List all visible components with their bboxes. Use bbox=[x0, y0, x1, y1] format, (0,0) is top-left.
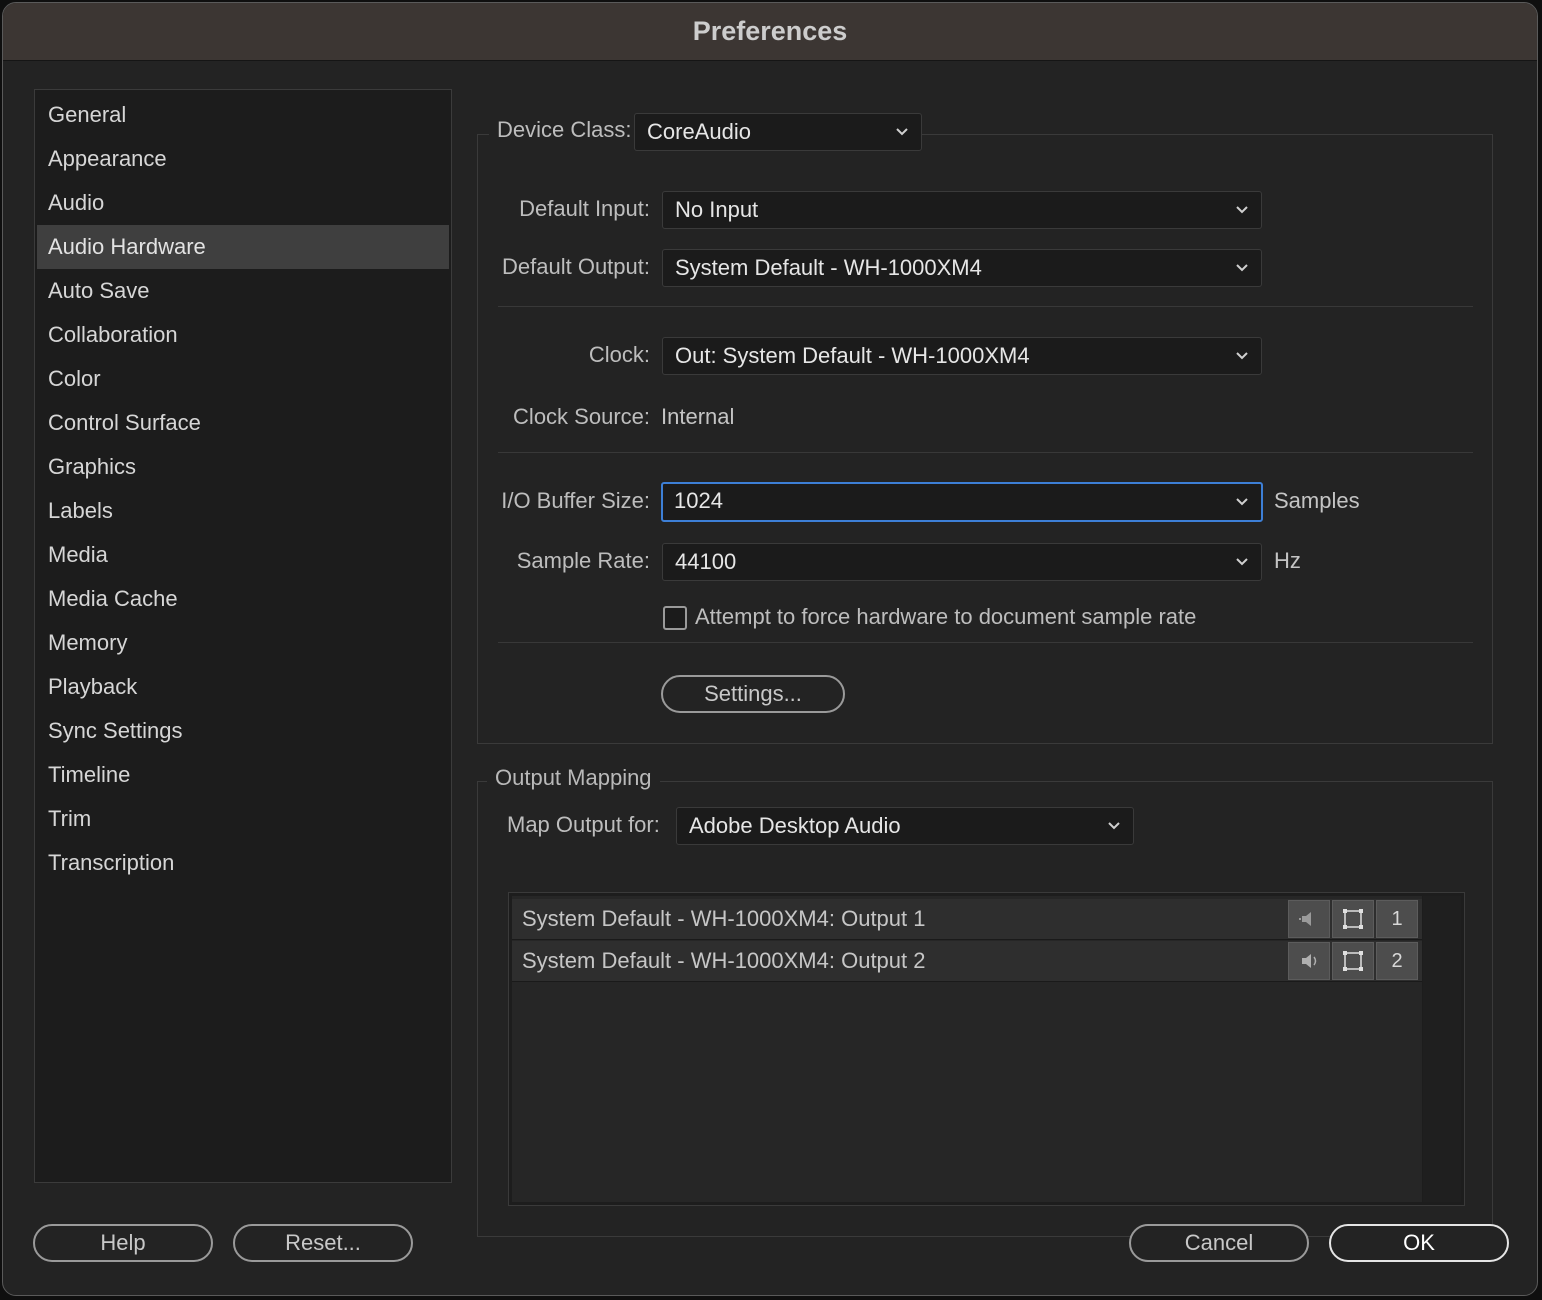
chevron-down-icon bbox=[1108, 822, 1120, 830]
channel-frame-icon[interactable] bbox=[1332, 942, 1374, 980]
divider bbox=[498, 306, 1473, 307]
dialog-title: Preferences bbox=[692, 16, 848, 46]
force-rate-label[interactable]: Attempt to force hardware to document sa… bbox=[695, 604, 1196, 630]
preferences-sidebar: General Appearance Audio Audio Hardware … bbox=[34, 89, 452, 1183]
sidebar-item-timeline[interactable]: Timeline bbox=[37, 753, 449, 797]
default-input-value: No Input bbox=[675, 197, 759, 222]
default-output-value: System Default - WH-1000XM4 bbox=[675, 255, 982, 280]
clock-source-label: Clock Source: bbox=[513, 404, 650, 429]
speaker-right-icon[interactable] bbox=[1288, 942, 1330, 980]
channel-frame-icon[interactable] bbox=[1332, 900, 1374, 938]
sidebar-item-sync-settings[interactable]: Sync Settings bbox=[37, 709, 449, 753]
ok-button[interactable]: OK bbox=[1329, 1224, 1509, 1262]
sample-rate-unit: Hz bbox=[1274, 548, 1301, 573]
chevron-down-icon bbox=[1236, 264, 1248, 272]
default-output-dropdown[interactable]: System Default - WH-1000XM4 bbox=[662, 249, 1262, 287]
output-mapping-list: System Default - WH-1000XM4: Output 1 1 … bbox=[508, 892, 1465, 1206]
divider bbox=[498, 452, 1473, 453]
settings-button[interactable]: Settings... bbox=[661, 675, 845, 713]
output-mapping-row[interactable]: System Default - WH-1000XM4: Output 2 2 bbox=[512, 941, 1422, 982]
sidebar-item-auto-save[interactable]: Auto Save bbox=[37, 269, 449, 313]
sidebar-item-playback[interactable]: Playback bbox=[37, 665, 449, 709]
map-output-label: Map Output for: bbox=[507, 812, 660, 837]
sidebar-item-collaboration[interactable]: Collaboration bbox=[37, 313, 449, 357]
sidebar-item-labels[interactable]: Labels bbox=[37, 489, 449, 533]
map-output-dropdown[interactable]: Adobe Desktop Audio bbox=[676, 807, 1134, 845]
default-input-label: Default Input: bbox=[519, 196, 650, 221]
sidebar-item-media[interactable]: Media bbox=[37, 533, 449, 577]
output-name: System Default - WH-1000XM4: Output 1 bbox=[522, 906, 926, 931]
default-input-dropdown[interactable]: No Input bbox=[662, 191, 1262, 229]
force-rate-checkbox[interactable] bbox=[663, 606, 687, 630]
chevron-down-icon bbox=[1236, 206, 1248, 214]
output-name: System Default - WH-1000XM4: Output 2 bbox=[522, 948, 926, 973]
default-output-label: Default Output: bbox=[502, 254, 650, 279]
sidebar-item-trim[interactable]: Trim bbox=[37, 797, 449, 841]
title-bar: Preferences bbox=[3, 3, 1537, 61]
sidebar-item-graphics[interactable]: Graphics bbox=[37, 445, 449, 489]
clock-value: Out: System Default - WH-1000XM4 bbox=[675, 343, 1030, 368]
sample-rate-dropdown[interactable]: 44100 bbox=[662, 543, 1262, 581]
output-mapping-legend: Output Mapping bbox=[487, 765, 660, 791]
sidebar-item-color[interactable]: Color bbox=[37, 357, 449, 401]
sidebar-item-memory[interactable]: Memory bbox=[37, 621, 449, 665]
sidebar-item-appearance[interactable]: Appearance bbox=[37, 137, 449, 181]
chevron-down-icon bbox=[1236, 558, 1248, 566]
reset-button[interactable]: Reset... bbox=[233, 1224, 413, 1262]
device-class-label: Device Class: bbox=[489, 117, 640, 143]
buffer-size-dropdown[interactable]: 1024 bbox=[661, 482, 1263, 522]
list-scrollbar[interactable] bbox=[1423, 896, 1461, 1202]
chevron-down-icon bbox=[1236, 352, 1248, 360]
chevron-down-icon bbox=[896, 128, 908, 136]
channel-number[interactable]: 1 bbox=[1376, 900, 1418, 938]
sidebar-item-transcription[interactable]: Transcription bbox=[37, 841, 449, 885]
sidebar-item-control-surface[interactable]: Control Surface bbox=[37, 401, 449, 445]
buffer-size-label: I/O Buffer Size: bbox=[501, 488, 650, 513]
preferences-dialog: Preferences General Appearance Audio Aud… bbox=[2, 2, 1538, 1296]
sidebar-item-audio[interactable]: Audio bbox=[37, 181, 449, 225]
help-button[interactable]: Help bbox=[33, 1224, 213, 1262]
clock-dropdown[interactable]: Out: System Default - WH-1000XM4 bbox=[662, 337, 1262, 375]
sidebar-item-audio-hardware[interactable]: Audio Hardware bbox=[37, 225, 449, 269]
speaker-left-icon[interactable] bbox=[1288, 900, 1330, 938]
sidebar-item-general[interactable]: General bbox=[37, 93, 449, 137]
device-class-value: CoreAudio bbox=[647, 119, 751, 144]
buffer-size-unit: Samples bbox=[1274, 488, 1360, 513]
clock-label: Clock: bbox=[588, 342, 650, 367]
buffer-size-value: 1024 bbox=[674, 488, 723, 513]
sample-rate-value: 44100 bbox=[675, 549, 737, 574]
device-class-dropdown[interactable]: CoreAudio bbox=[634, 113, 922, 151]
clock-source-value: Internal bbox=[661, 404, 735, 429]
output-mapping-row[interactable]: System Default - WH-1000XM4: Output 1 1 bbox=[512, 899, 1422, 940]
map-output-value: Adobe Desktop Audio bbox=[689, 813, 901, 838]
chevron-down-icon bbox=[1236, 498, 1248, 506]
divider bbox=[498, 642, 1473, 643]
sample-rate-label: Sample Rate: bbox=[516, 548, 650, 573]
channel-number[interactable]: 2 bbox=[1376, 942, 1418, 980]
sidebar-item-media-cache[interactable]: Media Cache bbox=[37, 577, 449, 621]
cancel-button[interactable]: Cancel bbox=[1129, 1224, 1309, 1262]
